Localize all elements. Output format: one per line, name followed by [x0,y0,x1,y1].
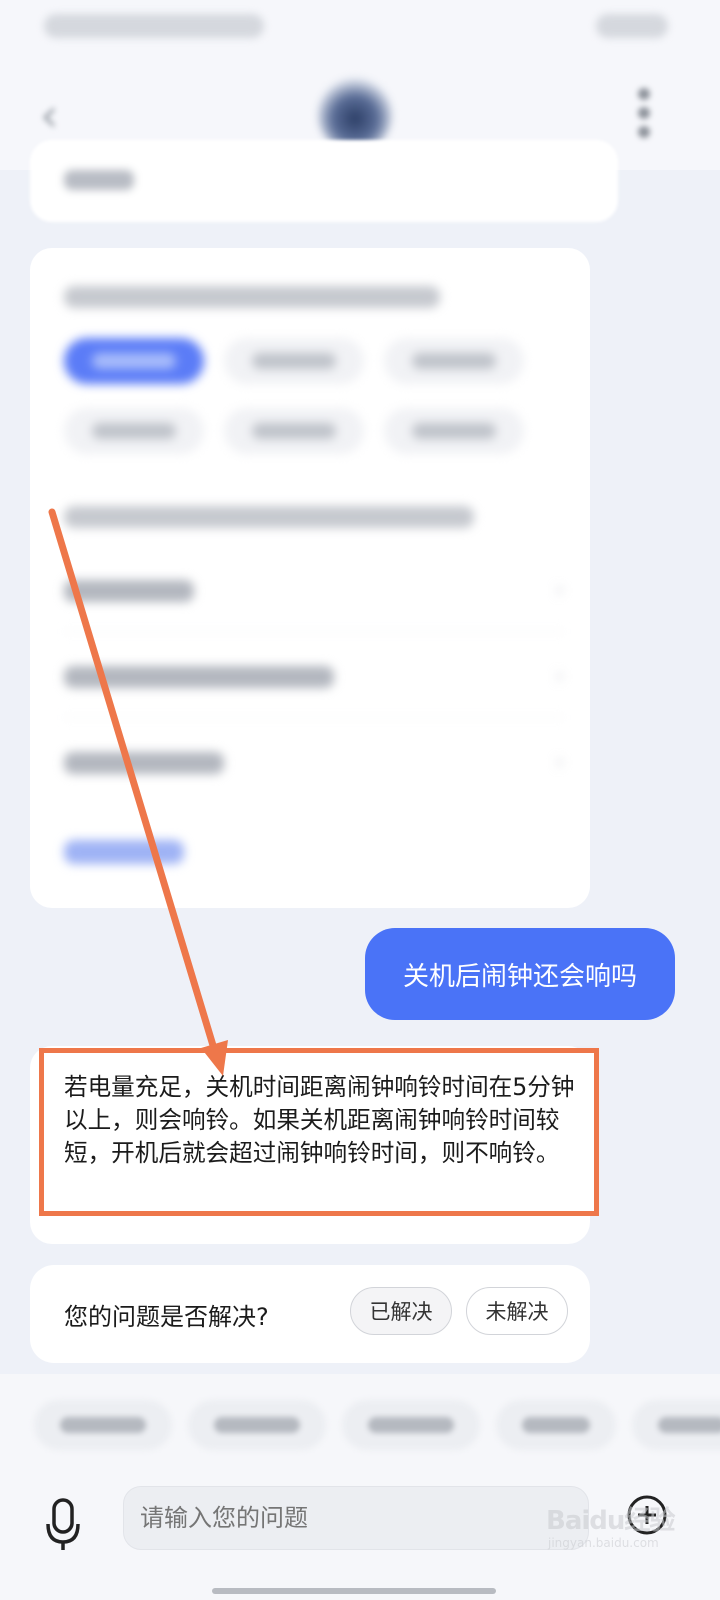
watermark-url: jingyan.baidu.com [548,1536,659,1550]
resolved-button[interactable]: 已解决 [350,1287,452,1335]
quick-action-chip[interactable] [188,1400,326,1450]
suggestion-card-content: › › › [30,248,590,908]
quick-action-chip[interactable] [496,1400,616,1450]
status-bar [0,0,720,60]
suggestion-item[interactable]: › [64,634,564,718]
suggestion-subheading [64,506,474,528]
baidu-watermark: Baidu经验 jingyan.baidu.com [538,1492,698,1568]
category-chip[interactable] [384,408,524,454]
user-message-bubble: 关机后闹钟还会响吗 [365,928,675,1020]
category-chip[interactable] [224,338,364,384]
quick-actions-row [0,1374,720,1474]
suggestion-heading [64,286,440,308]
status-icons-left [44,14,264,38]
answer-highlight-box: 若电量充足，关机时间距离闹钟响铃时间在5分钟以上，则会响铃。如果关机距离闹钟响铃… [39,1048,599,1216]
suggestion-item[interactable]: › [64,548,564,632]
category-chip[interactable] [384,338,524,384]
microphone-icon[interactable] [44,1496,84,1554]
quick-action-chip[interactable] [632,1400,720,1450]
feedback-question: 您的问题是否解决? [64,1303,269,1331]
question-input[interactable] [123,1486,589,1550]
back-icon[interactable]: ‹ [40,88,58,142]
answer-text: 若电量充足，关机时间距离闹钟响铃时间在5分钟以上，则会响铃。如果关机距离闹钟响铃… [64,1073,575,1167]
home-indicator[interactable] [212,1588,496,1594]
feedback-card: 您的问题是否解决? 已解决 未解决 [30,1265,590,1363]
unresolved-button[interactable]: 未解决 [466,1287,568,1335]
previous-message-text [64,170,134,190]
category-chip[interactable] [64,408,204,454]
watermark-text: Baidu经验 [546,1506,675,1536]
refresh-link[interactable] [64,840,184,864]
previous-message-card [30,140,618,222]
quick-action-chip[interactable] [34,1400,172,1450]
suggestion-card: › › › [30,248,590,908]
quick-action-chip[interactable] [342,1400,480,1450]
category-chip[interactable] [224,408,364,454]
more-icon[interactable] [636,88,652,144]
category-chip-selected[interactable] [64,338,204,384]
suggestion-item[interactable]: › [64,720,564,804]
battery-icon [596,14,668,38]
